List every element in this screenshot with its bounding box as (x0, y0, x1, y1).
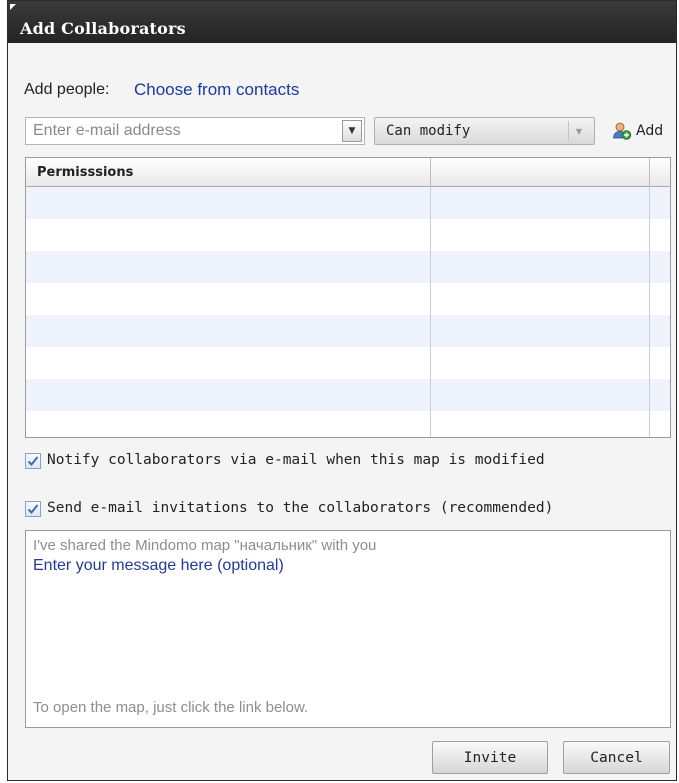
email-dropdown-button[interactable]: ▼ (342, 120, 362, 142)
table-row[interactable] (26, 219, 670, 251)
table-row[interactable] (26, 283, 670, 315)
column-header-permissions[interactable]: Permisssions (37, 165, 133, 180)
checkmark-icon (27, 504, 39, 514)
column-divider (430, 187, 431, 437)
add-button[interactable]: Add (612, 118, 663, 144)
invite-button[interactable]: Invite (432, 741, 548, 774)
email-input[interactable] (26, 118, 336, 144)
column-separator[interactable] (430, 158, 431, 187)
table-row[interactable] (26, 315, 670, 347)
table-row[interactable] (26, 347, 670, 379)
grid-header: Permisssions (26, 158, 670, 187)
table-row[interactable] (26, 411, 670, 437)
send-invitations-checkbox[interactable] (25, 501, 41, 517)
permission-select-value: Can modify (386, 123, 471, 139)
permission-dropdown-arrow[interactable]: ▼ (568, 121, 589, 141)
message-footer: To open the map, just click the link bel… (33, 699, 309, 716)
notify-label[interactable]: Notify collaborators via e-mail when thi… (47, 452, 545, 468)
message-input-placeholder[interactable]: Enter your message here (optional) (33, 557, 284, 575)
add-people-label: Add people: (24, 81, 110, 98)
permissions-grid: Permisssions (25, 157, 671, 438)
chevron-down-icon: ▼ (575, 126, 583, 136)
table-row[interactable] (26, 379, 670, 411)
dialog-title: Add Collaborators (20, 19, 186, 38)
dialog-title-bar[interactable]: Add Collaborators (8, 1, 676, 43)
table-row[interactable] (26, 251, 670, 283)
cancel-button[interactable]: Cancel (563, 741, 670, 774)
permission-select[interactable]: Can modify ▼ (374, 117, 595, 145)
notify-checkbox[interactable] (25, 453, 41, 469)
add-user-icon (613, 122, 632, 140)
checkmark-icon (27, 456, 39, 466)
column-divider (649, 187, 650, 437)
column-separator[interactable] (649, 158, 650, 187)
message-intro: I've shared the Mindomo map "начальник" … (33, 537, 377, 554)
chevron-down-icon: ▼ (348, 126, 356, 136)
email-combobox: ▼ (25, 117, 365, 145)
table-row[interactable] (26, 187, 670, 219)
choose-from-contacts-link[interactable]: Choose from contacts (134, 80, 299, 100)
add-collaborators-dialog: Add Collaborators Add people: Choose fro… (7, 0, 677, 781)
add-button-label: Add (636, 123, 664, 139)
resize-grip-icon (10, 4, 16, 10)
invitation-message-box[interactable]: I've shared the Mindomo map "начальник" … (25, 530, 671, 728)
send-invitations-label[interactable]: Send e-mail invitations to the collabora… (47, 500, 553, 516)
grid-body (26, 187, 670, 437)
